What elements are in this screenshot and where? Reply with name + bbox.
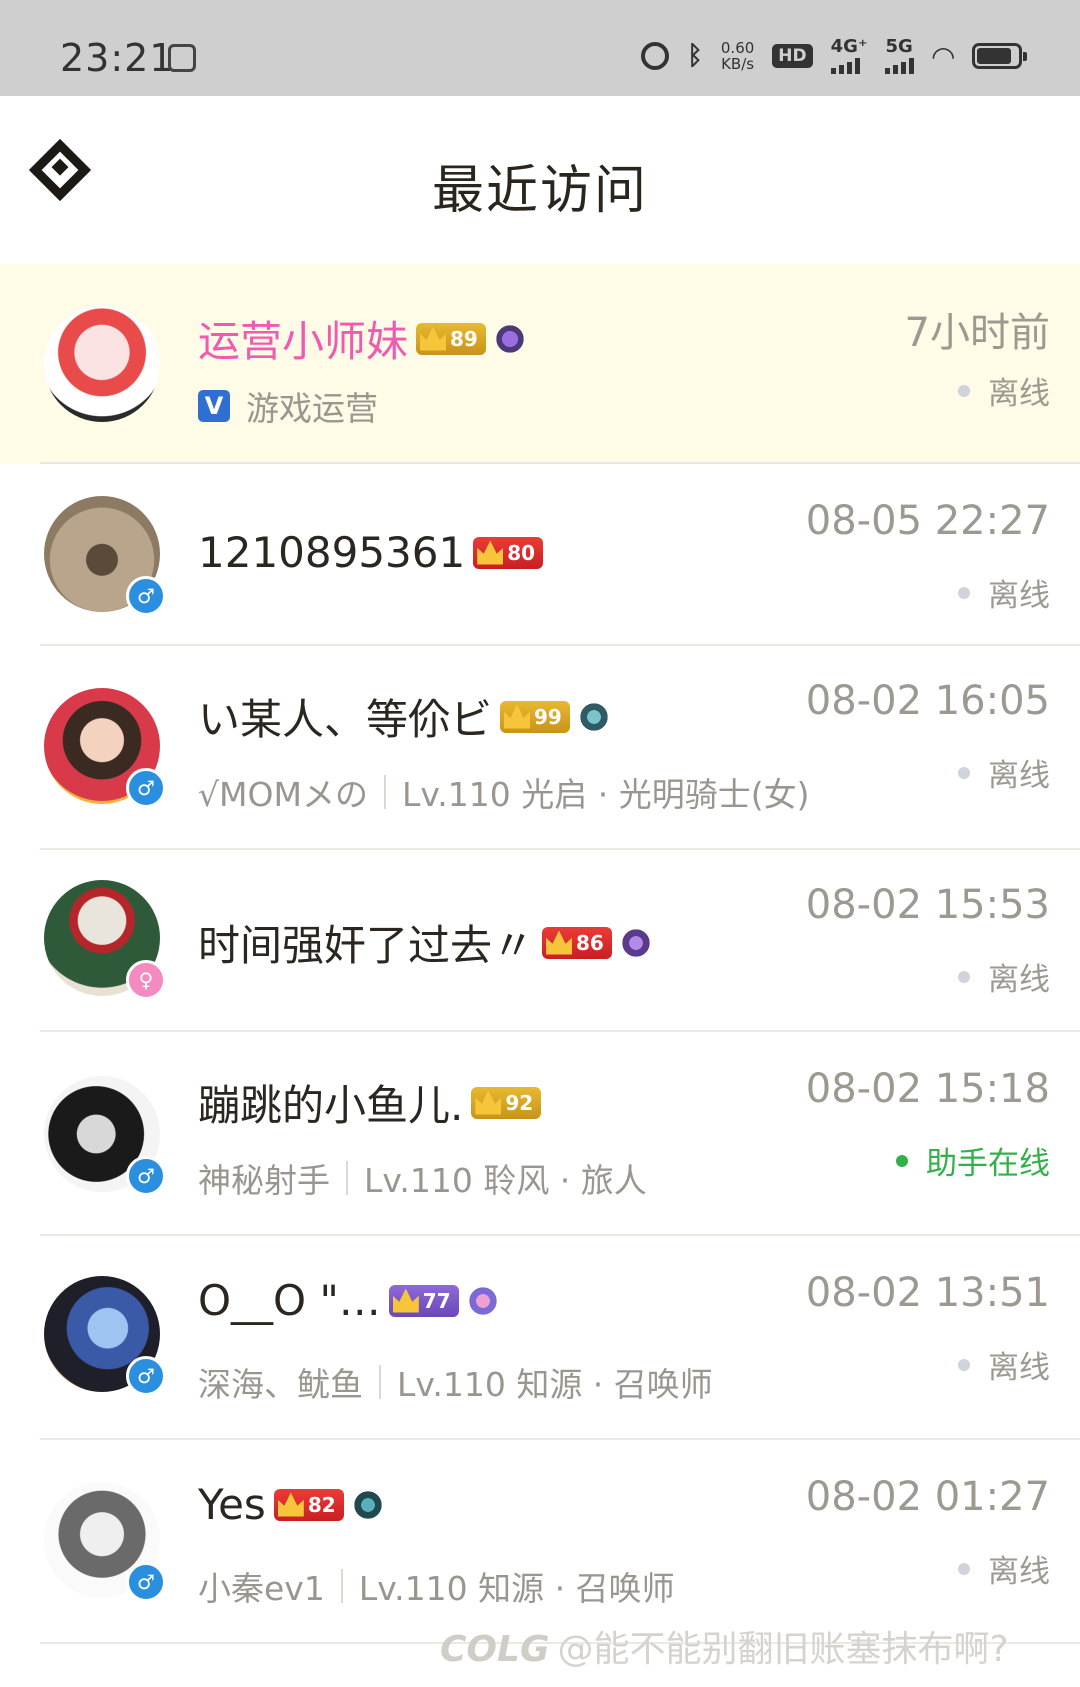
list-item[interactable]: ♂ い某人、等伱ビ 99 √MOMメの Lv.110 光启 · 光明骑士(女) 0… bbox=[0, 646, 1080, 850]
avatar[interactable]: ♂ bbox=[44, 1482, 166, 1602]
avatar[interactable] bbox=[44, 306, 160, 422]
character-info: Lv.110 光启 · 光明骑士(女) bbox=[401, 775, 810, 814]
crown-icon bbox=[420, 326, 447, 351]
guild-name: 深海、鱿鱼 bbox=[198, 1365, 363, 1404]
status-dot-icon bbox=[958, 1358, 970, 1371]
colg-logo: COLG bbox=[440, 1629, 550, 1670]
gender-male-icon: ♂ bbox=[126, 768, 166, 808]
crown-icon bbox=[504, 704, 531, 729]
hd-icon: HD bbox=[772, 44, 813, 68]
title-bar: 最近访问 bbox=[0, 96, 1080, 264]
level-badge: 89 bbox=[416, 322, 486, 355]
user-name: O__O "… bbox=[198, 1276, 381, 1325]
avatar[interactable]: ♂ bbox=[44, 1076, 166, 1196]
bluetooth-icon: ᛒ bbox=[687, 41, 703, 71]
visit-time: 08-02 01:27 bbox=[805, 1474, 1050, 1520]
list-item[interactable]: ♂ 1210895361 80 08-05 22:27 离线 bbox=[0, 464, 1080, 646]
list-item[interactable]: ♂ Yes 82 小秦ev1 Lv.110 知源 · 召唤师 08-02 01:2… bbox=[0, 1440, 1080, 1644]
user-name: 1210895361 bbox=[198, 528, 466, 577]
verified-icon: V bbox=[198, 390, 230, 422]
list-item[interactable]: ♂ O__O "… 77 深海、鱿鱼 Lv.110 知源 · 召唤师 08-02 … bbox=[0, 1236, 1080, 1440]
avatar[interactable]: ♂ bbox=[44, 1276, 166, 1396]
user-name: 运营小师妹 bbox=[198, 317, 409, 366]
wifi-icon: ◠ bbox=[932, 39, 954, 73]
status-dot-icon bbox=[958, 766, 970, 779]
rank-emblem-icon bbox=[577, 700, 610, 733]
list-item[interactable]: ♀ 时间强奸了过去〃 86 08-02 15:53 离线 bbox=[0, 850, 1080, 1032]
online-status: 离线 bbox=[958, 570, 1050, 615]
level-badge: 82 bbox=[273, 1488, 344, 1521]
status-dot-icon bbox=[958, 384, 970, 397]
user-name: 时间强奸了过去〃 bbox=[198, 921, 535, 970]
crown-icon bbox=[477, 540, 504, 565]
signal-5g-icon: 5G bbox=[885, 38, 915, 74]
status-dot-icon bbox=[958, 970, 970, 983]
visit-time: 08-05 22:27 bbox=[805, 498, 1050, 544]
page-title: 最近访问 bbox=[431, 161, 648, 221]
list-item[interactable]: 运营小师妹 89 V 游戏运营 7小时前 离线 bbox=[0, 264, 1080, 464]
visit-list: 运营小师妹 89 V 游戏运营 7小时前 离线 ♂ 1210895361 80 … bbox=[0, 264, 1080, 1644]
battery-icon bbox=[972, 43, 1027, 69]
character-info: Lv.110 知源 · 召唤师 bbox=[358, 1569, 675, 1608]
crown-icon bbox=[546, 930, 573, 955]
crown-icon bbox=[475, 1090, 502, 1115]
character-info: Lv.110 知源 · 召唤师 bbox=[397, 1365, 713, 1404]
online-status: 离线 bbox=[958, 368, 1050, 413]
guild-name: 小秦ev1 bbox=[198, 1569, 325, 1608]
online-status: 离线 bbox=[958, 954, 1050, 999]
level-badge: 86 bbox=[542, 926, 612, 959]
status-icons: ᛒ 0.60 KB/s HD 4G⁺ 5G ◠ bbox=[641, 38, 1027, 74]
user-name: 蹦跳的小鱼儿. bbox=[198, 1081, 464, 1130]
avatar[interactable]: ♂ bbox=[44, 496, 166, 616]
watermark: COLG @能不能别翻旧账塞抹布啊? bbox=[440, 1620, 1009, 1672]
watermark-text: @能不能别翻旧账塞抹布啊? bbox=[557, 1629, 1009, 1670]
rank-emblem-icon bbox=[493, 322, 526, 355]
status-time: 23:21 bbox=[60, 36, 175, 80]
online-status: 离线 bbox=[958, 750, 1050, 795]
visit-time: 08-02 16:05 bbox=[805, 678, 1050, 724]
crown-icon bbox=[277, 1492, 304, 1517]
list-item[interactable]: ♂ 蹦跳的小鱼儿. 92 神秘射手 Lv.110 聆风 · 旅人 08-02 15… bbox=[0, 1032, 1080, 1236]
level-badge: 99 bbox=[500, 700, 570, 733]
gender-female-icon: ♀ bbox=[126, 960, 166, 1000]
level-badge: 77 bbox=[388, 1284, 459, 1317]
status-dot-icon bbox=[896, 1154, 908, 1167]
rank-emblem-icon bbox=[351, 1488, 384, 1521]
gender-male-icon: ♂ bbox=[126, 1156, 166, 1196]
gender-male-icon: ♂ bbox=[126, 1562, 166, 1602]
online-status: 离线 bbox=[958, 1546, 1050, 1591]
character-info: Lv.110 聆风 · 旅人 bbox=[364, 1161, 647, 1200]
gender-male-icon: ♂ bbox=[126, 576, 166, 616]
gender-male-icon: ♂ bbox=[126, 1356, 166, 1396]
avatar[interactable]: ♂ bbox=[44, 688, 166, 808]
signal-4g-icon: 4G⁺ bbox=[830, 38, 867, 74]
guild-name: 神秘射手 bbox=[198, 1161, 330, 1200]
status-dot-icon bbox=[958, 586, 970, 599]
level-badge: 92 bbox=[471, 1086, 542, 1119]
guild-name: √MOMメの bbox=[198, 775, 368, 814]
crown-icon bbox=[392, 1288, 419, 1313]
online-status: 助手在线 bbox=[896, 1138, 1050, 1183]
level-badge: 80 bbox=[473, 536, 544, 569]
alarm-icon bbox=[641, 42, 670, 70]
avatar[interactable]: ♀ bbox=[44, 880, 166, 1000]
status-bar: 23:21 ᛒ 0.60 KB/s HD 4G⁺ 5G ◠ bbox=[0, 0, 1080, 96]
status-dot-icon bbox=[958, 1562, 970, 1575]
rank-emblem-icon bbox=[466, 1284, 499, 1317]
visit-time: 7小时前 bbox=[904, 310, 1050, 356]
visit-time: 08-02 13:51 bbox=[805, 1270, 1050, 1316]
user-name: Yes bbox=[198, 1480, 266, 1529]
rank-emblem-icon bbox=[619, 926, 652, 959]
user-name: い某人、等伱ビ bbox=[198, 695, 493, 744]
visit-time: 08-02 15:18 bbox=[805, 1066, 1050, 1112]
visit-time: 08-02 15:53 bbox=[805, 882, 1050, 928]
online-status: 离线 bbox=[958, 1342, 1050, 1387]
user-subtitle: 游戏运营 bbox=[246, 389, 378, 428]
network-speed: 0.60 KB/s bbox=[720, 39, 755, 73]
screenshot-icon bbox=[168, 44, 196, 72]
